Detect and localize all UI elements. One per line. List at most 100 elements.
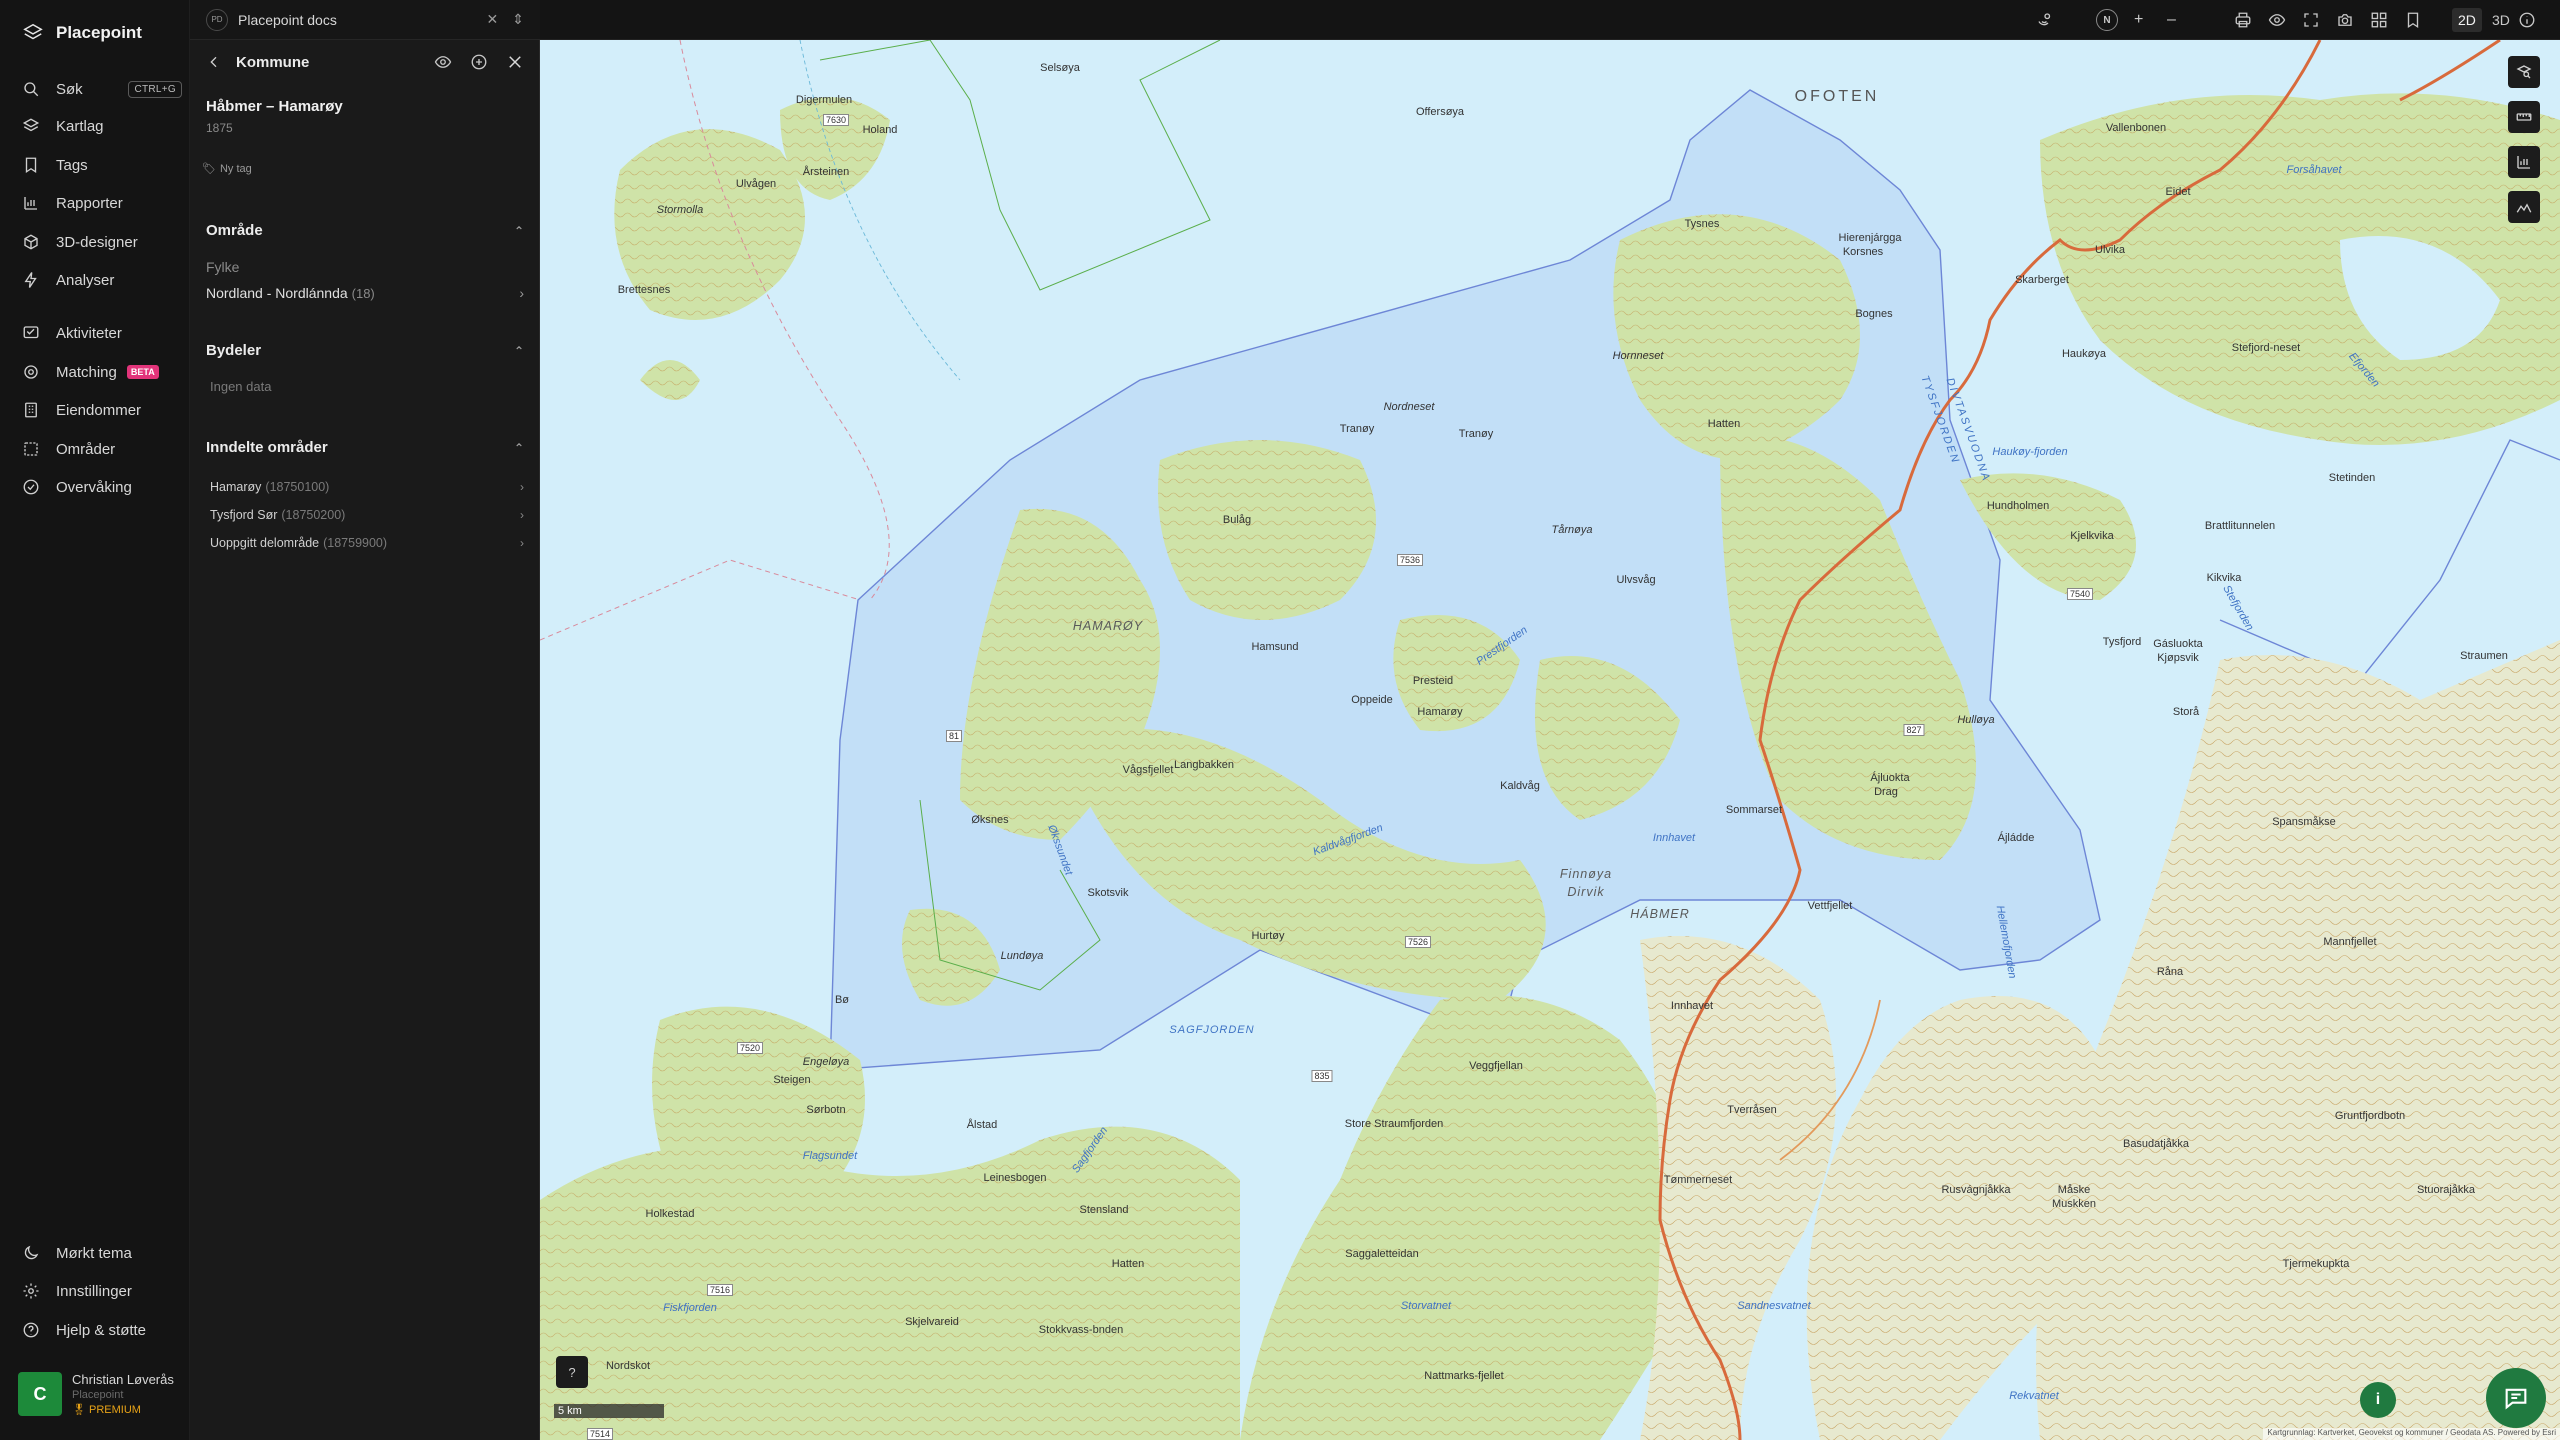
question-icon: ? xyxy=(568,1364,576,1380)
map-label-ofoten: OFOTEN xyxy=(1794,88,1880,105)
info-marker-button[interactable]: i xyxy=(2360,1382,2396,1418)
nav-item-help[interactable]: Hjelp & støtte xyxy=(22,1315,182,1345)
map-label-stetinden: Stetinden xyxy=(2328,472,2376,484)
mode-3d-button[interactable]: 3D xyxy=(2486,8,2516,32)
compass-button[interactable]: N xyxy=(2096,8,2118,32)
map-label-rekvatnet: Rekvatnet xyxy=(2009,1390,2059,1402)
map-attribution[interactable]: Kartgrunnlag: Kartverket, Geovekst og ko… xyxy=(2263,1428,2560,1440)
map-label-leinesbogen: Leinesbogen xyxy=(983,1172,1047,1184)
elevation-tool-button[interactable] xyxy=(2508,191,2540,223)
new-tag-button[interactable]: 🏷 Ny tag xyxy=(202,162,252,176)
road-number: 827 xyxy=(1903,724,1925,736)
nav-item-layers[interactable]: Kartlag xyxy=(22,111,182,141)
layer-tool-button[interactable] xyxy=(2508,56,2540,88)
nav-item-matching[interactable]: Matching BETA xyxy=(22,357,182,387)
map-label-tysfjord: Tysfjord xyxy=(2102,636,2142,648)
road-number: 835 xyxy=(1311,1070,1333,1082)
basemap-button[interactable] xyxy=(2036,8,2054,32)
section-districts[interactable]: Bydeler ⌃ xyxy=(206,342,524,359)
map-label-tysnes: Tysnes xyxy=(1684,218,1720,230)
nav-item-analyses[interactable]: Analyser xyxy=(22,265,182,295)
visibility-button[interactable] xyxy=(2268,8,2286,32)
nav-item-search[interactable]: Søk CTRL+G xyxy=(22,74,182,104)
map-label-spansmakse: Spansmåkse xyxy=(2272,816,2336,828)
bookmark-button[interactable] xyxy=(2404,8,2422,32)
nav-item-tags[interactable]: Tags xyxy=(22,150,182,180)
empty-state: Ingen data xyxy=(210,379,272,394)
add-circle-icon[interactable] xyxy=(470,53,488,71)
user-profile[interactable]: C Christian Løverås Placepoint 🎖 PREMIUM xyxy=(18,1370,183,1418)
layers-icon xyxy=(22,118,40,132)
statistics-tool-button[interactable] xyxy=(2508,146,2540,178)
close-icon[interactable] xyxy=(506,53,524,71)
grid-button[interactable] xyxy=(2370,8,2388,32)
county-link[interactable]: Nordland - Nordlánnda (18) › xyxy=(206,285,524,301)
map-label-brettesnes: Brettesnes xyxy=(617,284,671,296)
map-label-holand: Holand xyxy=(862,124,898,136)
map-label-basudatjakka: Basudatjåkka xyxy=(2122,1138,2190,1150)
section-area[interactable]: Område ⌃ xyxy=(206,222,524,239)
nav-item-activities[interactable]: Aktiviteter xyxy=(22,318,182,348)
road-number: 7536 xyxy=(1396,554,1424,566)
nav-item-properties[interactable]: Eiendommer xyxy=(22,395,182,425)
section-subareas[interactable]: Inndelte områder ⌃ xyxy=(206,439,524,456)
subarea-row[interactable]: Uoppgitt delområde (18759900) › xyxy=(210,536,524,550)
map-label-langbakken: Langbakken xyxy=(1174,759,1234,771)
back-arrow-icon[interactable] xyxy=(206,54,222,70)
help-button[interactable]: ? xyxy=(556,1356,588,1388)
close-tab-icon[interactable]: ✕ xyxy=(487,11,499,28)
map-label-ajluokta: Ájluokta xyxy=(1870,772,1910,784)
map-label-veggfjellan: Veggfjellan xyxy=(1469,1060,1523,1072)
map-label-bognes: Bognes xyxy=(1855,308,1893,320)
nav-item-monitoring[interactable]: Overvåking xyxy=(22,472,182,502)
screenshot-button[interactable] xyxy=(2336,8,2354,32)
brand[interactable]: Placepoint xyxy=(22,20,142,46)
map-label-tarnoya: Tårnøya xyxy=(1551,524,1593,536)
map-label-kikvika: Kikvika xyxy=(2206,572,2242,584)
profile-icon xyxy=(2516,203,2532,213)
details-panel: PD Placepoint docs ✕ ⇕ Kommune Håbmer – … xyxy=(190,0,540,1440)
nav-item-areas[interactable]: Områder xyxy=(22,434,182,464)
nav-item-reports[interactable]: Rapporter xyxy=(22,188,182,218)
subarea-row[interactable]: Tysfjord Sør (18750200) › xyxy=(210,508,524,522)
target-icon xyxy=(24,365,38,379)
info-button[interactable] xyxy=(2518,8,2536,32)
document-tab[interactable]: PD Placepoint docs ✕ ⇕ xyxy=(190,0,540,40)
road-number: 7514 xyxy=(586,1428,614,1440)
map-label-skjelvareid: Skjelvareid xyxy=(905,1316,959,1328)
nav-item-settings[interactable]: Innstillinger xyxy=(22,1276,182,1306)
mode-2d-button[interactable]: 2D xyxy=(2452,8,2482,32)
measure-tool-button[interactable] xyxy=(2508,101,2540,133)
road-number: 7526 xyxy=(1404,936,1432,948)
print-button[interactable] xyxy=(2234,8,2252,32)
map-canvas[interactable]: OFOTEN HAMARØY HÁBMER Finnøya Dirvik SAG… xyxy=(540,40,2560,1440)
bar-chart-icon xyxy=(24,197,37,210)
fullscreen-button[interactable] xyxy=(2302,8,2320,32)
map-label-skotsvik: Skotsvik xyxy=(1087,887,1129,899)
zoom-in-button[interactable]: + xyxy=(2134,8,2143,32)
map-label-rana: Råna xyxy=(2156,966,2184,978)
map-label-rusvagnjakka: Rusvágnjåkka xyxy=(1941,1184,2011,1196)
county-value: Nordland - Nordlánnda xyxy=(206,285,348,301)
map-label-ulvsvag: Ulvsvåg xyxy=(1616,574,1656,586)
map-label-nordskot: Nordskot xyxy=(605,1360,651,1372)
nav-item-dark-theme[interactable]: Mørkt tema xyxy=(22,1238,182,1268)
subarea-row[interactable]: Hamarøy (18750100) › xyxy=(210,480,524,494)
section-title: Område xyxy=(206,222,263,239)
map-label-stefjordneset: Stefjord-neset xyxy=(2231,342,2301,354)
camera-icon xyxy=(2338,14,2352,26)
chat-button[interactable] xyxy=(2486,1368,2546,1428)
subarea-name: Tysfjord Sør xyxy=(210,508,278,522)
chevron-up-down-icon[interactable]: ⇕ xyxy=(512,11,524,28)
map-label-flagsundet: Flagsundet xyxy=(802,1150,858,1162)
eye-icon[interactable] xyxy=(434,53,452,71)
map-label-straumen: Straumen xyxy=(2460,650,2508,662)
zoom-out-button[interactable]: – xyxy=(2167,8,2176,32)
brand-name: Placepoint xyxy=(56,23,142,42)
help-icon xyxy=(23,1322,39,1338)
search-shortcut: CTRL+G xyxy=(128,80,182,98)
road-number: 81 xyxy=(945,730,963,742)
nav-item-3d-designer[interactable]: 3D-designer xyxy=(22,227,182,257)
plan-label: PREMIUM xyxy=(89,1404,141,1416)
map-label-stormolla: Stormolla xyxy=(656,204,704,216)
